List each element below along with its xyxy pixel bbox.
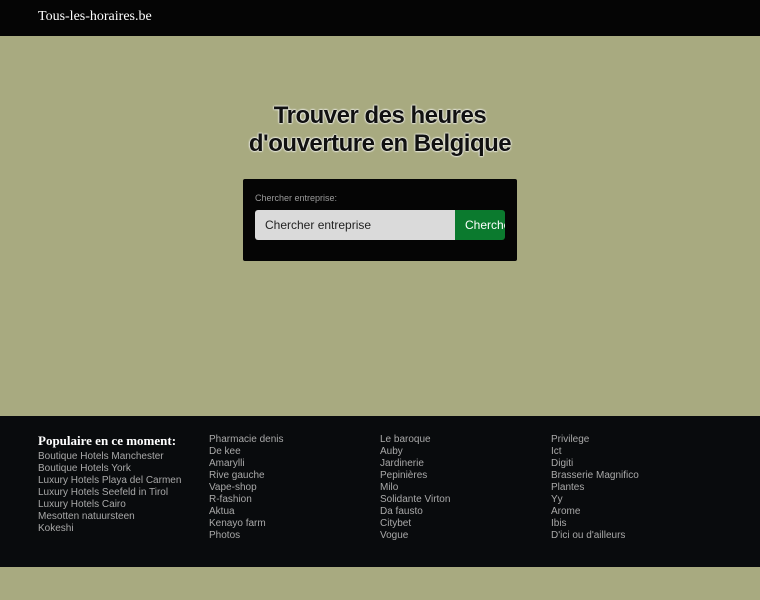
- footer-link[interactable]: Luxury Hotels Cairo: [38, 499, 181, 511]
- footer-link[interactable]: Auby: [380, 446, 450, 458]
- footer-link[interactable]: Digiti: [551, 458, 639, 470]
- footer-column-3: Le baroque Auby Jardinerie Pepinières Milo So…: [380, 432, 450, 542]
- footer-link[interactable]: Pharmacie denis: [209, 434, 283, 446]
- site-logo-link[interactable]: Tous-les-horaires.be: [38, 9, 152, 25]
- hero-title-line-2: d'ouverture en Belgique: [248, 130, 512, 157]
- footer-link[interactable]: Yy: [551, 494, 639, 506]
- footer-link[interactable]: Solidante Virton: [380, 494, 450, 506]
- footer-link[interactable]: De kee: [209, 446, 283, 458]
- footer-link[interactable]: Rive gauche: [209, 470, 283, 482]
- search-input[interactable]: [255, 210, 455, 240]
- footer-link[interactable]: Photos: [209, 530, 283, 542]
- footer-link[interactable]: Kokeshi: [38, 523, 181, 535]
- search-button[interactable]: Chercher: [455, 210, 505, 240]
- footer-popular: Populaire en ce moment: Boutique Hotels …: [0, 416, 760, 567]
- footer-link[interactable]: Amarylli: [209, 458, 283, 470]
- footer-link[interactable]: Aktua: [209, 506, 283, 518]
- footer-link[interactable]: Arome: [551, 506, 639, 518]
- hero-title-line-1: Trouver des heures: [273, 102, 487, 129]
- footer-link[interactable]: Plantes: [551, 482, 639, 494]
- footer-link[interactable]: Vogue: [380, 530, 450, 542]
- footer-link[interactable]: Da fausto: [380, 506, 450, 518]
- footer-link[interactable]: Ict: [551, 446, 639, 458]
- footer-heading: Populaire en ce moment:: [38, 433, 177, 448]
- footer-column-4: Privilege Ict Digiti Brasserie Magnifico Pla…: [551, 432, 639, 542]
- search-label: Chercher entreprise:: [255, 193, 338, 203]
- hero-title: Trouver des heures d'ouverture en Belgiq…: [0, 102, 760, 158]
- footer-link[interactable]: Mesotten natuursteen: [38, 511, 181, 523]
- footer-link[interactable]: Boutique Hotels Manchester: [38, 451, 181, 463]
- footer-link[interactable]: Le baroque: [380, 434, 450, 446]
- footer-list-2: Pharmacie denis De kee Amarylli Rive gauche…: [209, 434, 283, 542]
- footer-link[interactable]: Brasserie Magnifico: [551, 470, 639, 482]
- footer-link[interactable]: Kenayo farm: [209, 518, 283, 530]
- top-nav-bar: Tous-les-horaires.be: [0, 0, 760, 36]
- footer-link[interactable]: R-fashion: [209, 494, 283, 506]
- footer-column-2: Pharmacie denis De kee Amarylli Rive gauche…: [209, 432, 283, 542]
- hero-section: Trouver des heures d'ouverture en Belgiq…: [0, 36, 760, 416]
- footer-link[interactable]: D'ici ou d'ailleurs: [551, 530, 639, 542]
- page-bottom-strip: [0, 567, 760, 600]
- footer-link[interactable]: Citybet: [380, 518, 450, 530]
- footer-link[interactable]: Pepinières: [380, 470, 450, 482]
- search-panel: Chercher entreprise: Chercher: [243, 179, 517, 261]
- footer-column-1: Populaire en ce moment: Boutique Hotels …: [38, 432, 181, 535]
- footer-link[interactable]: Milo: [380, 482, 450, 494]
- footer-link[interactable]: Jardinerie: [380, 458, 450, 470]
- footer-link[interactable]: Boutique Hotels York: [38, 463, 181, 475]
- footer-link[interactable]: Luxury Hotels Seefeld in Tirol: [38, 487, 181, 499]
- footer-link[interactable]: Luxury Hotels Playa del Carmen: [38, 475, 181, 487]
- footer-link[interactable]: Privilege: [551, 434, 639, 446]
- footer-link[interactable]: Vape-shop: [209, 482, 283, 494]
- footer-list-4: Privilege Ict Digiti Brasserie Magnifico Pla…: [551, 434, 639, 542]
- footer-link[interactable]: Ibis: [551, 518, 639, 530]
- footer-list-3: Le baroque Auby Jardinerie Pepinières Milo So…: [380, 434, 450, 542]
- footer-list-1: Boutique Hotels Manchester Boutique Hotel…: [38, 451, 181, 535]
